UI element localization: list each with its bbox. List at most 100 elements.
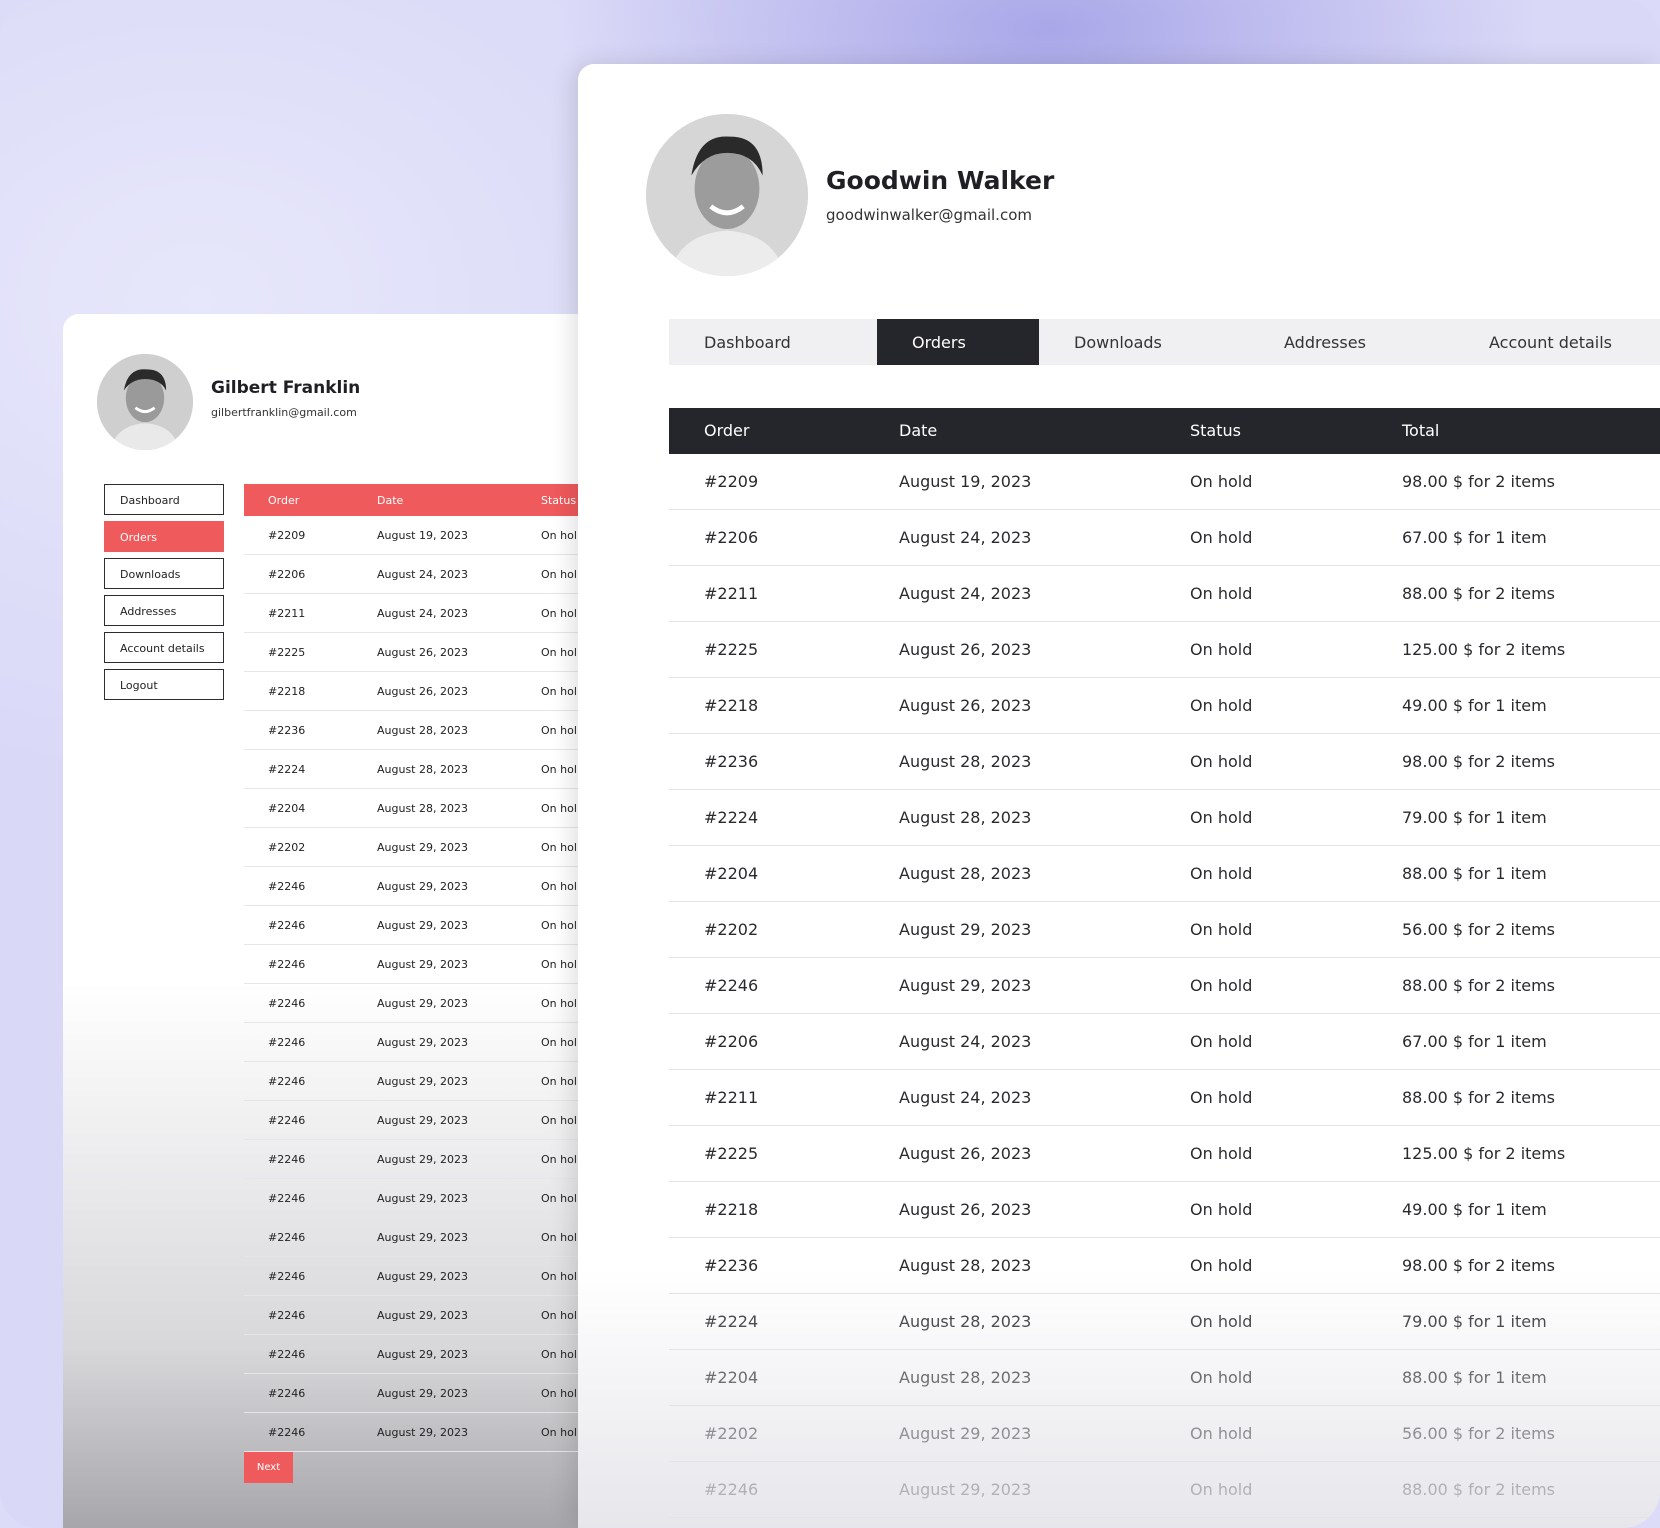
order-id: #2202	[704, 1424, 759, 1443]
order-id: #2202	[704, 920, 759, 939]
order-status: On hol	[541, 958, 577, 971]
order-date: August 28, 2023	[899, 1256, 1032, 1275]
table-row[interactable]: #2246 August 29, 2023 On hold 88.00 $ for 2…	[669, 1462, 1660, 1518]
table-row[interactable]: #2225 August 26, 2023 On hold 125.00 $ for …	[669, 622, 1660, 678]
order-date: August 29, 2023	[377, 880, 468, 893]
order-id: #2246	[268, 1426, 306, 1439]
order-total: 67.00 $ for 1 item	[1402, 528, 1547, 547]
sidebar-item-account-details[interactable]: Account details	[104, 632, 224, 663]
order-id: #2218	[704, 1200, 759, 1219]
order-date: August 29, 2023	[377, 1075, 468, 1088]
table-row[interactable]: #2224 August 28, 2023 On hold 79.00 $ for 1…	[669, 790, 1660, 846]
tab-orders[interactable]: Orders	[877, 319, 1039, 365]
order-date: August 29, 2023	[899, 1480, 1032, 1499]
table-row[interactable]: #2202 August 29, 2023 On hold 56.00 $ for 2…	[669, 902, 1660, 958]
order-id: #2236	[268, 724, 306, 737]
order-status: On hold	[1190, 976, 1253, 995]
order-status: On hol	[541, 568, 577, 581]
order-status: On hold	[1190, 864, 1253, 883]
order-date: August 29, 2023	[899, 1424, 1032, 1443]
sidebar-item-logout[interactable]: Logout	[104, 669, 224, 700]
order-status: On hold	[1190, 1088, 1253, 1107]
sidebar-item-dashboard[interactable]: Dashboard	[104, 484, 224, 515]
order-id: #2246	[268, 958, 306, 971]
order-status: On hol	[541, 880, 577, 893]
order-date: August 24, 2023	[899, 584, 1032, 603]
order-id: #2209	[268, 529, 306, 542]
table-row[interactable]: #2218 August 26, 2023 On hold 49.00 $ for 1…	[669, 678, 1660, 734]
table-row[interactable]: #2224 August 28, 2023 On hold 79.00 $ for 1…	[669, 1294, 1660, 1350]
column-header-order: Order	[704, 421, 750, 440]
sidebar-item-addresses[interactable]: Addresses	[104, 595, 224, 626]
column-header-order: Order	[268, 494, 300, 507]
order-total: 79.00 $ for 1 item	[1402, 1312, 1547, 1331]
next-button[interactable]: Next	[244, 1452, 293, 1483]
table-row[interactable]: #2246 August 29, 2023 On hold 88.00 $ for 2…	[669, 958, 1660, 1014]
order-id: #2246	[704, 976, 759, 995]
order-status: On hold	[1190, 584, 1253, 603]
sidebar-nav: Dashboard Orders Downloads Addresses Acc…	[104, 484, 224, 706]
table-row[interactable]: #2204 August 28, 2023 On hold 88.00 $ for 1…	[669, 1350, 1660, 1406]
order-date: August 29, 2023	[377, 1231, 468, 1244]
order-id: #2224	[704, 808, 759, 827]
order-status: On hol	[541, 646, 577, 659]
column-header-date: Date	[899, 421, 938, 440]
table-row[interactable]: #2206 August 24, 2023 On hold 67.00 $ for 1…	[669, 510, 1660, 566]
order-status: On hol	[541, 529, 577, 542]
background-frame: Gilbert Franklin gilbertfranklin@gmail.c…	[0, 0, 1660, 1528]
column-header-date: Date	[377, 494, 404, 507]
tab-dashboard[interactable]: Dashboard	[669, 319, 877, 365]
order-status: On hol	[541, 1426, 577, 1439]
order-date: August 29, 2023	[377, 1153, 468, 1166]
order-id: #2218	[704, 696, 759, 715]
order-status: On hol	[541, 919, 577, 932]
order-date: August 29, 2023	[377, 1114, 468, 1127]
order-status: On hol	[541, 1348, 577, 1361]
order-status: On hol	[541, 841, 577, 854]
order-date: August 29, 2023	[377, 919, 468, 932]
table-row[interactable]: #2202 August 29, 2023 On hold 56.00 $ for 2…	[669, 1406, 1660, 1462]
order-status: On hol	[541, 1270, 577, 1283]
column-header-total: Total	[1402, 421, 1440, 440]
order-total: 98.00 $ for 2 items	[1402, 752, 1555, 771]
order-status: On hol	[541, 1036, 577, 1049]
table-row[interactable]: #2209 August 19, 2023 On hold 98.00 $ for 2…	[669, 454, 1660, 510]
order-id: #2246	[268, 997, 306, 1010]
order-id: #2246	[268, 1114, 306, 1127]
order-date: August 26, 2023	[377, 685, 468, 698]
order-total: 79.00 $ for 1 item	[1402, 808, 1547, 827]
table-row[interactable]: #2236 August 28, 2023 On hold 98.00 $ for 2…	[669, 734, 1660, 790]
order-id: #2224	[268, 763, 306, 776]
table-row[interactable]: #2236 August 28, 2023 On hold 98.00 $ for 2…	[669, 1238, 1660, 1294]
order-date: August 29, 2023	[377, 1387, 468, 1400]
profile-name: Gilbert Franklin	[211, 378, 361, 398]
order-status: On hold	[1190, 1200, 1253, 1219]
order-date: August 28, 2023	[377, 724, 468, 737]
order-id: #2225	[268, 646, 306, 659]
table-row[interactable]: #2206 August 24, 2023 On hold 67.00 $ for 1…	[669, 1014, 1660, 1070]
avatar-photo-icon	[646, 114, 808, 276]
order-status: On hol	[541, 763, 577, 776]
order-date: August 28, 2023	[899, 752, 1032, 771]
tab-account-details[interactable]: Account details	[1449, 319, 1660, 365]
table-row[interactable]: #2204 August 28, 2023 On hold 88.00 $ for 1…	[669, 846, 1660, 902]
table-row[interactable]: #2211 August 24, 2023 On hold 88.00 $ for 2…	[669, 566, 1660, 622]
tab-downloads[interactable]: Downloads	[1039, 319, 1249, 365]
profile-email: gilbertfranklin@gmail.com	[211, 406, 357, 419]
order-id: #2236	[704, 752, 759, 771]
tab-addresses[interactable]: Addresses	[1249, 319, 1449, 365]
column-header-status: Status	[541, 494, 577, 507]
profile-email: goodwinwalker@gmail.com	[826, 206, 1032, 224]
order-id: #2246	[268, 1075, 306, 1088]
order-date: August 29, 2023	[377, 997, 468, 1010]
order-id: #2246	[268, 1387, 306, 1400]
table-row[interactable]: #2218 August 26, 2023 On hold 49.00 $ for 1…	[669, 1182, 1660, 1238]
order-status: On hol	[541, 685, 577, 698]
sidebar-item-downloads[interactable]: Downloads	[104, 558, 224, 589]
order-id: #2246	[268, 1348, 306, 1361]
order-total: 88.00 $ for 2 items	[1402, 976, 1555, 995]
table-row[interactable]: #2211 August 24, 2023 On hold 88.00 $ for 2…	[669, 1070, 1660, 1126]
table-row[interactable]: #2225 August 26, 2023 On hold 125.00 $ for …	[669, 1126, 1660, 1182]
order-date: August 28, 2023	[899, 1368, 1032, 1387]
sidebar-item-orders[interactable]: Orders	[104, 521, 224, 552]
